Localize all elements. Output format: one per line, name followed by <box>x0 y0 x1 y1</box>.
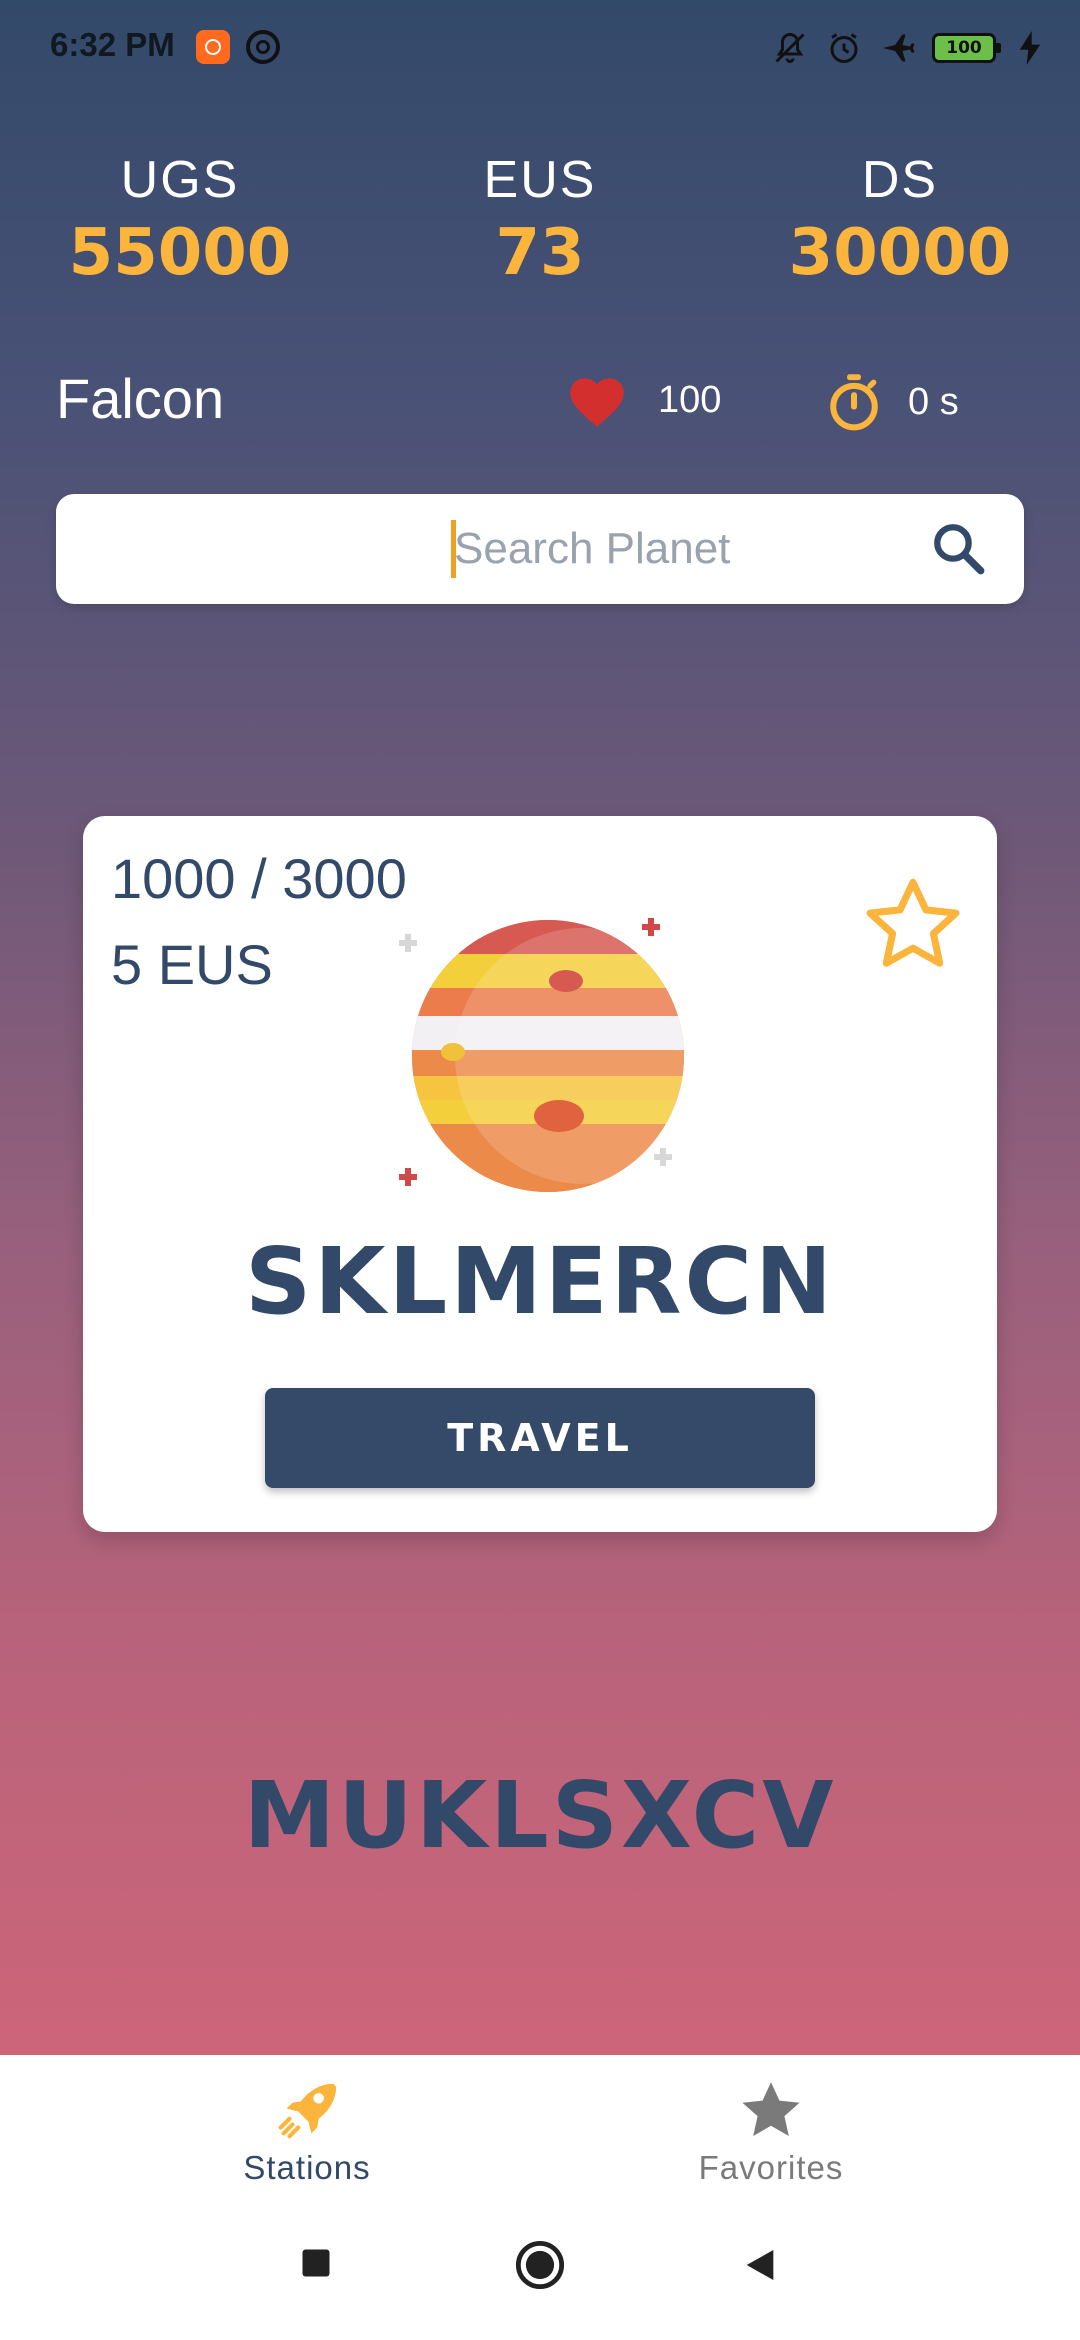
planet-capacity: 1000 / 3000 <box>111 847 407 910</box>
planet-card: 1000 / 3000 5 EUS SKLMERCN TRAVEL <box>83 816 997 1532</box>
status-bar: 6:32 PM 100 <box>0 0 1080 96</box>
search-bar[interactable] <box>56 494 1024 604</box>
bottom-navigation: Stations Favorites <box>0 2055 1080 2211</box>
player-name: Falcon <box>56 367 225 430</box>
app-notification-icon <box>196 30 230 64</box>
search-icon[interactable] <box>930 520 988 578</box>
stat-value: 55000 <box>68 216 292 290</box>
stat-value: 73 <box>495 216 585 290</box>
heart-icon <box>570 378 624 427</box>
status-icons: 100 <box>770 26 1050 70</box>
sync-icon <box>246 30 280 64</box>
nav-item-stations[interactable]: Stations <box>157 2075 457 2187</box>
timer-indicator: 0 s <box>826 372 959 432</box>
search-input[interactable] <box>454 518 934 580</box>
alarm-icon <box>824 28 864 68</box>
travel-button[interactable]: TRAVEL <box>265 1388 815 1488</box>
stopwatch-icon <box>830 374 878 431</box>
system-navigation-bar <box>0 2209 1080 2340</box>
nav-item-favorites[interactable]: Favorites <box>621 2075 921 2187</box>
planet-cost: 5 EUS <box>111 933 273 996</box>
home-icon[interactable] <box>514 2239 566 2291</box>
recent-apps-icon[interactable] <box>298 2245 334 2281</box>
nav-label: Stations <box>243 2149 371 2186</box>
rocket-icon <box>278 2083 337 2139</box>
timer-value: 0 s <box>908 380 959 423</box>
stat-label: UGS <box>120 151 240 209</box>
stat-label: DS <box>861 151 939 209</box>
planet-image <box>399 918 684 1192</box>
favorite-star-icon[interactable] <box>863 876 963 972</box>
airplane-mode-icon <box>878 28 918 68</box>
stat-ds: DS 30000 <box>750 150 1050 290</box>
mute-icon <box>770 28 810 68</box>
star-icon <box>742 2082 800 2136</box>
planet-name: SKLMERCN <box>245 1228 835 1335</box>
charging-icon <box>1010 28 1050 68</box>
back-icon[interactable] <box>740 2245 780 2285</box>
health-value: 100 <box>658 378 722 421</box>
health-indicator: 100 <box>566 372 721 428</box>
stat-eus: EUS 73 <box>390 150 690 290</box>
stat-value: 30000 <box>788 216 1012 290</box>
stat-label: EUS <box>483 151 597 209</box>
stat-ugs: UGS 55000 <box>30 150 330 290</box>
next-planet-name[interactable]: MUKLSXCV <box>0 1762 1080 1869</box>
status-time: 6:32 PM <box>50 26 175 63</box>
battery-icon: 100 <box>932 33 1001 63</box>
nav-label: Favorites <box>698 2149 844 2186</box>
